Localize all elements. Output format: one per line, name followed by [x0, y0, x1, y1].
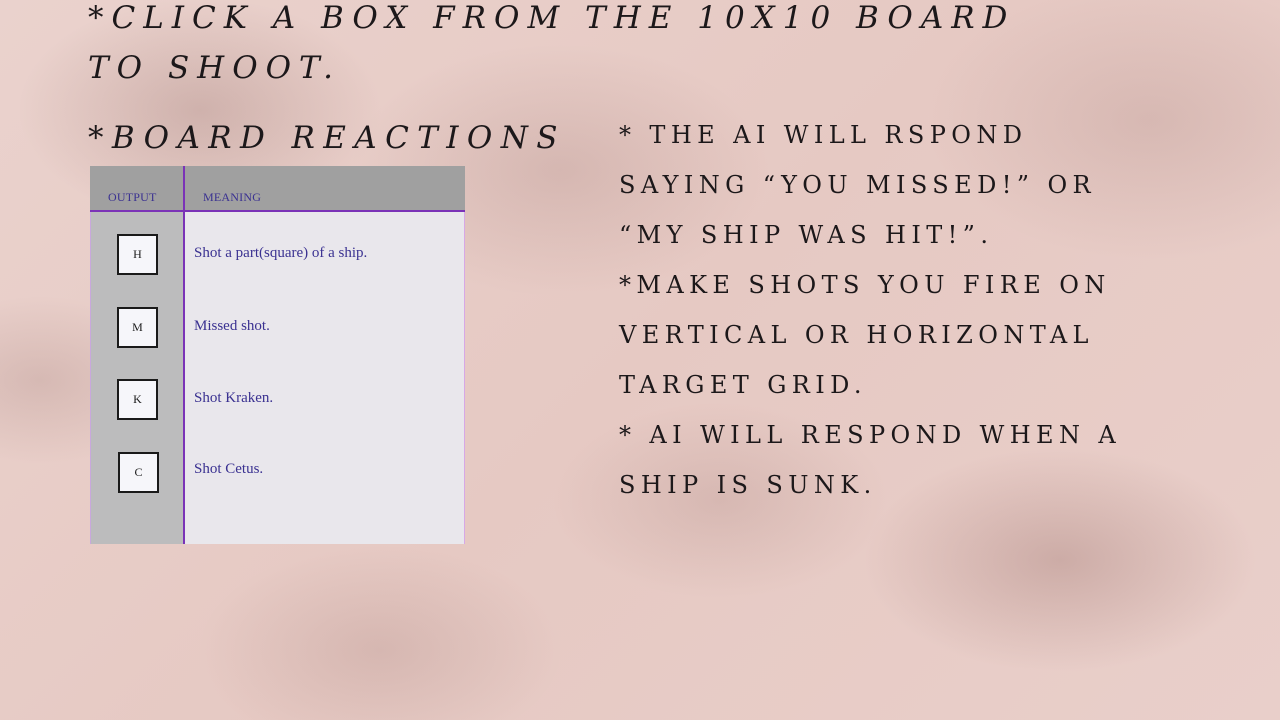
rules-line: ship is sunk.	[619, 471, 877, 499]
legend-header-meaning: MEANING	[203, 190, 262, 204]
rules-line: vertical or horizontal	[619, 321, 1094, 349]
miss-meaning: Missed shot.	[194, 318, 270, 334]
cetus-marker-box: C	[118, 452, 159, 493]
title-line-1: *click a box from the 10x10 board	[88, 0, 1016, 36]
board-reactions-legend: OUTPUT MEANING H Shot a part(square) of …	[90, 166, 465, 544]
rules-line: “my ship was hit!”.	[619, 221, 994, 249]
board-reactions-heading: *board reactions	[88, 120, 566, 156]
rules-line: target grid.	[619, 371, 867, 399]
legend-column-divider	[183, 166, 185, 544]
rules-list: * the AI will rspond saying “you missed!…	[619, 110, 1121, 510]
hit-marker-box: H	[117, 234, 158, 275]
rules-line: * the AI will rspond	[619, 121, 1028, 149]
rules-line: *make shots you fire on	[619, 271, 1111, 299]
miss-marker-box: M	[117, 307, 158, 348]
rules-line: saying “you missed!” or	[619, 171, 1097, 199]
title-line-2: to shoot.	[88, 50, 342, 86]
hit-meaning: Shot a part(square) of a ship.	[194, 245, 368, 261]
kraken-marker-box: K	[117, 379, 158, 420]
legend-left-edge	[90, 212, 91, 544]
rules-line: * AI will respond when a	[619, 421, 1122, 449]
kraken-meaning: Shot Kraken.	[194, 390, 274, 406]
cetus-meaning: Shot Cetus.	[194, 461, 264, 477]
legend-header-output: OUTPUT	[108, 190, 157, 204]
legend-header-row: OUTPUT MEANING	[90, 166, 465, 212]
